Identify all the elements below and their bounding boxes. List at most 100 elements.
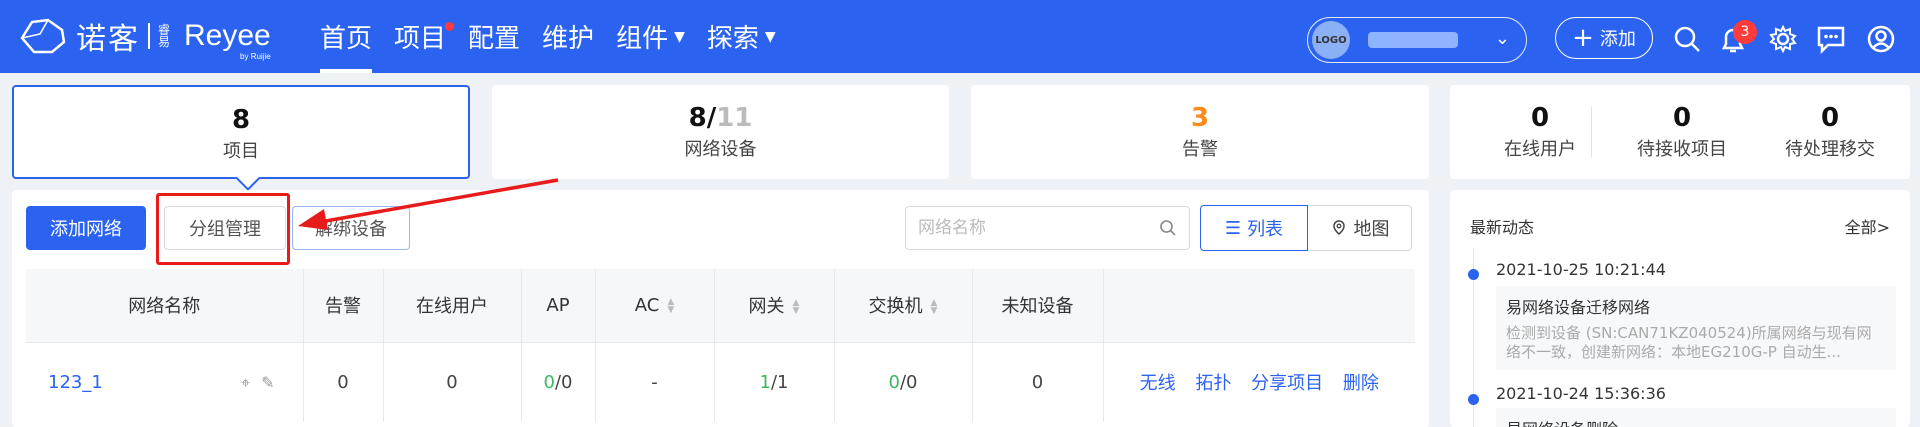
activity-card[interactable]: 易网络设备迁移网络 检测到设备 (SN:CAN71KZ040524)所属网络与现… bbox=[1496, 286, 1896, 370]
nav-home-label: 首页 bbox=[320, 24, 373, 54]
col-network-name-label: 网络名称 bbox=[128, 296, 201, 318]
add-network-button[interactable]: 添加网络 bbox=[26, 206, 146, 250]
gw-total: /1 bbox=[770, 371, 789, 393]
col-ap: AP bbox=[521, 269, 596, 343]
activity-title: 最新动态 bbox=[1470, 218, 1535, 237]
latest-activity-panel: 最新动态 全部> 2021-10-25 10:21:44 易网络设备迁移网络 检… bbox=[1450, 190, 1910, 427]
col-gateway-label: 网关 bbox=[748, 296, 785, 318]
nav-home[interactable]: 首页 bbox=[320, 0, 373, 73]
org-avatar: LOGO bbox=[1312, 21, 1350, 59]
gw-online: 1 bbox=[759, 371, 771, 393]
brand-by-label: by Ruijie bbox=[240, 52, 271, 61]
search-icon[interactable] bbox=[1159, 219, 1177, 237]
timeline-dot bbox=[1468, 394, 1479, 405]
sort-icon[interactable]: ▲ ▼ bbox=[931, 299, 938, 316]
chevron-down-icon: ⌄ bbox=[1494, 28, 1510, 49]
table-row: 123_1 ⌖ ✎ 0 0 0/0 - 1/1 0/0 0 无线 拓扑 分享项目 bbox=[26, 342, 1415, 422]
cell-ac: - bbox=[595, 342, 715, 422]
ap-online: 0 bbox=[543, 371, 555, 393]
add-button-label: 添加 bbox=[1599, 29, 1636, 50]
sw-total: /0 bbox=[899, 371, 918, 393]
sort-icon[interactable]: ▲ ▼ bbox=[793, 299, 800, 316]
col-online-users-label: 在线用户 bbox=[416, 296, 488, 318]
table-header-row: 网络名称 告警 在线用户 AP AC ▲ ▼ 网关 ▲ ▼ 交换机 ▲ ▼ 未知设备 bbox=[26, 269, 1415, 343]
main-nav: 首页 项目 配置 维护 组件 ▼ 探索 ▼ bbox=[320, 0, 798, 73]
share-project-link[interactable]: 分享项目 bbox=[1251, 373, 1323, 394]
pending-transfer-count: 0 bbox=[1820, 103, 1840, 133]
cell-switch: 0/0 bbox=[834, 342, 973, 422]
col-switch[interactable]: 交换机 ▲ ▼ bbox=[834, 269, 973, 343]
pending-receive-count: 0 bbox=[1672, 103, 1692, 133]
brand-name-cn: 诺客 bbox=[76, 22, 140, 57]
sw-online: 0 bbox=[888, 371, 900, 393]
nav-config[interactable]: 配置 bbox=[468, 0, 520, 73]
cell-actions: 无线 拓扑 分享项目 删除 bbox=[1103, 342, 1415, 422]
topology-link[interactable]: 拓扑 bbox=[1195, 373, 1231, 394]
devices-separator: / bbox=[706, 103, 717, 133]
caret-down-icon: ▼ bbox=[764, 28, 776, 45]
stat-card-devices[interactable]: 8/11 网络设备 bbox=[492, 85, 949, 179]
delete-link[interactable]: 删除 bbox=[1343, 373, 1379, 394]
network-name-link[interactable]: 123_1 bbox=[48, 372, 103, 393]
nav-explore[interactable]: 探索 ▼ bbox=[707, 0, 776, 73]
network-search bbox=[905, 206, 1190, 250]
add-button[interactable]: + 添加 bbox=[1555, 17, 1653, 59]
pending-transfer-label: 待处理移交 bbox=[1785, 139, 1875, 160]
brand-name-en: Reyee by Ruijie bbox=[184, 19, 271, 61]
devices-online: 8 bbox=[688, 103, 707, 133]
activity-time: 2021-10-25 10:21:44 bbox=[1496, 260, 1666, 279]
nav-maintenance[interactable]: 维护 bbox=[542, 0, 594, 73]
col-gateway[interactable]: 网关 ▲ ▼ bbox=[714, 269, 835, 343]
alarms-count: 3 bbox=[1190, 103, 1210, 133]
org-name-redacted bbox=[1368, 32, 1458, 48]
col-alarm: 告警 bbox=[303, 269, 384, 343]
plus-icon: + bbox=[1572, 23, 1594, 53]
nav-projects[interactable]: 项目 bbox=[394, 0, 455, 73]
nav-notification-dot bbox=[445, 22, 455, 31]
nav-projects-label: 项目 bbox=[394, 24, 447, 54]
devices-label: 网络设备 bbox=[684, 139, 757, 160]
top-navigation-bar: 诺客 睿易 Reyee by Ruijie 首页 项目 配置 维护 组件 ▼ 探索… bbox=[0, 0, 1920, 73]
devices-count: 8/11 bbox=[492, 103, 949, 133]
pending-transfer-stat[interactable]: 0 待处理移交 bbox=[1750, 85, 1910, 161]
gear-icon[interactable] bbox=[1768, 24, 1798, 54]
annotation-highlight-box bbox=[156, 193, 290, 265]
cell-ap: 0/0 bbox=[521, 342, 596, 422]
view-all-link[interactable]: 全部> bbox=[1845, 214, 1890, 238]
activity-card[interactable]: 易网络设备删除 bbox=[1496, 408, 1896, 427]
activity-time: 2021-10-24 15:36:36 bbox=[1496, 384, 1666, 403]
brand-en-text: Reyee bbox=[184, 19, 271, 52]
timeline-dot bbox=[1468, 269, 1479, 280]
pending-receive-stat[interactable]: 0 待接收项目 bbox=[1592, 85, 1772, 161]
col-unknown-label: 未知设备 bbox=[1001, 296, 1074, 318]
col-alarm-label: 告警 bbox=[325, 296, 361, 318]
col-online-users: 在线用户 bbox=[383, 269, 522, 343]
search-input[interactable] bbox=[918, 218, 1159, 238]
projects-count: 8 bbox=[231, 105, 251, 135]
stat-card-projects[interactable]: 8 项目 bbox=[12, 85, 470, 191]
col-network-name: 网络名称 bbox=[26, 269, 304, 343]
message-icon[interactable] bbox=[1816, 24, 1846, 54]
map-view-button[interactable]: 地图 bbox=[1308, 205, 1412, 251]
list-view-button[interactable]: ☰ 列表 bbox=[1200, 205, 1308, 251]
nav-maintenance-label: 维护 bbox=[542, 24, 595, 54]
brand-sub-label: 睿易 bbox=[158, 23, 171, 49]
col-ac[interactable]: AC ▲ ▼ bbox=[595, 269, 715, 343]
col-actions bbox=[1103, 269, 1415, 343]
nav-components[interactable]: 组件 ▼ bbox=[616, 0, 685, 73]
stat-card-alarms[interactable]: 3 告警 bbox=[971, 85, 1429, 179]
sort-icon[interactable]: ▲ ▼ bbox=[667, 297, 674, 314]
edit-icon[interactable]: ✎ bbox=[261, 373, 274, 392]
selected-pointer bbox=[235, 165, 261, 191]
list-view-label: 列表 bbox=[1247, 219, 1284, 240]
brand-logo[interactable]: 诺客 睿易 Reyee by Ruijie bbox=[18, 14, 271, 61]
list-icon: ☰ bbox=[1224, 217, 1242, 239]
brand-mark-icon bbox=[20, 18, 66, 54]
search-icon[interactable] bbox=[1672, 24, 1702, 54]
view-toggle: ☰ 列表 地图 bbox=[1200, 205, 1412, 251]
brand-divider bbox=[148, 23, 150, 49]
user-icon[interactable] bbox=[1866, 24, 1896, 54]
org-selector[interactable]: LOGO ⌄ bbox=[1307, 17, 1527, 63]
wireless-link[interactable]: 无线 bbox=[1140, 373, 1176, 394]
map-pin-icon[interactable]: ⌖ bbox=[241, 373, 250, 392]
